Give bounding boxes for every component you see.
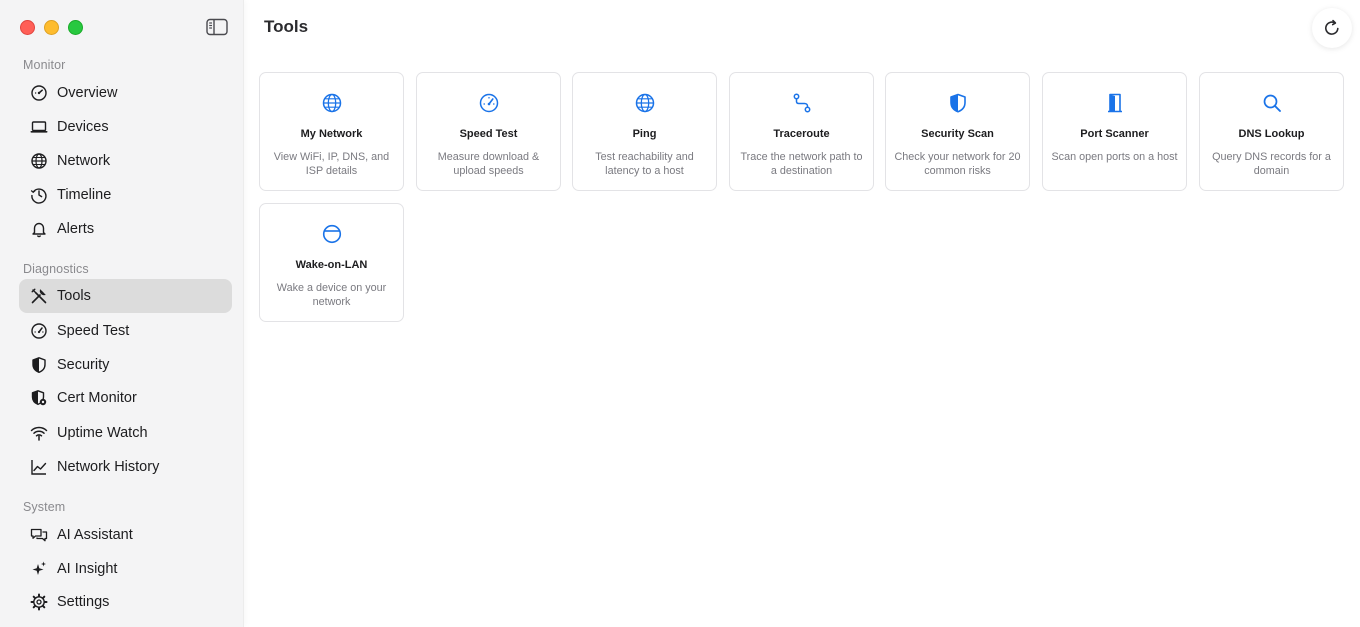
- page-title: Tools: [264, 17, 309, 36]
- tool-description: Scan open ports on a host: [1051, 151, 1178, 163]
- sidebar-item-label: Uptime Watch: [57, 425, 148, 441]
- tool-title: Security Scan: [921, 128, 994, 140]
- wifi-icon: [30, 426, 48, 441]
- sidebar-item-label: Network History: [57, 459, 160, 475]
- sidebar-item-network[interactable]: Network: [19, 144, 232, 178]
- sidebar: Monitor Overview Devices Network Timelin…: [0, 0, 244, 627]
- sidebar-item-label: Alerts: [57, 221, 95, 237]
- globe-icon: [635, 93, 655, 113]
- sidebar-item-tools[interactable]: Tools: [19, 279, 232, 313]
- sidebar-item-settings[interactable]: Settings: [19, 585, 232, 619]
- tool-title: Traceroute: [773, 128, 830, 140]
- sidebar-toggle-icon[interactable]: [206, 18, 228, 36]
- tool-card-my-network[interactable]: My Network View WiFi, IP, DNS, and ISP d…: [259, 72, 404, 191]
- sidebar-item-overview[interactable]: Overview: [19, 76, 232, 110]
- sidebar-item-label: Settings: [57, 594, 110, 610]
- tool-card-wake-on-lan[interactable]: Wake-on-LAN Wake a device on your networ…: [259, 203, 404, 322]
- tool-description: Query DNS records for a domain: [1212, 151, 1331, 177]
- sidebar-item-label: AI Insight: [57, 561, 118, 577]
- tool-description: Check your network for 20 common risks: [894, 151, 1021, 177]
- sidebar-item-timeline[interactable]: Timeline: [19, 178, 232, 212]
- sidebar-item-ai-assistant[interactable]: AI Assistant: [19, 518, 232, 552]
- sidebar-item-label: Speed Test: [57, 323, 130, 339]
- tool-description: Trace the network path to a destination: [740, 151, 863, 177]
- tool-card-ping[interactable]: Ping Test reachability and latency to a …: [572, 72, 717, 191]
- close-window-button[interactable]: [20, 20, 35, 35]
- power-icon: [322, 224, 342, 244]
- bell-icon: [32, 222, 46, 238]
- sidebar-item-label: AI Assistant: [57, 527, 133, 543]
- speedometer-icon: [31, 323, 47, 339]
- tool-title: Wake-on-LAN: [295, 259, 368, 271]
- shield-icon: [32, 357, 46, 373]
- chat-bubbles-icon: [30, 528, 48, 542]
- tool-card-security-scan[interactable]: Security Scan Check your network for 20 …: [885, 72, 1030, 191]
- sidebar-item-network-history[interactable]: Network History: [19, 450, 232, 484]
- gauge-icon: [31, 85, 47, 101]
- section-label-system: System: [23, 500, 66, 514]
- sidebar-item-label: Devices: [57, 119, 109, 135]
- sidebar-item-label: Overview: [57, 85, 118, 101]
- sidebar-item-ai-insight[interactable]: AI Insight: [19, 552, 232, 586]
- sidebar-item-label: Timeline: [57, 187, 112, 203]
- sidebar-item-alerts[interactable]: Alerts: [19, 212, 232, 246]
- tool-description: Test reachability and latency to a host: [595, 151, 694, 177]
- sidebar-item-label: Network: [57, 153, 111, 169]
- refresh-button[interactable]: [1312, 8, 1352, 48]
- tool-card-traceroute[interactable]: Traceroute Trace the network path to a d…: [729, 72, 874, 191]
- sidebar-item-devices[interactable]: Devices: [19, 110, 232, 144]
- sidebar-item-label: Tools: [57, 288, 91, 304]
- door-icon: [1108, 93, 1122, 113]
- clock-history-icon: [30, 188, 47, 204]
- sidebar-item-label: Security: [57, 357, 110, 373]
- app-window: Monitor Overview Devices Network Timelin…: [0, 0, 1360, 627]
- shield-icon: [950, 93, 966, 113]
- section-label-diagnostics: Diagnostics: [23, 262, 89, 276]
- tool-title: Port Scanner: [1080, 128, 1149, 140]
- magnifier-icon: [1263, 94, 1281, 112]
- tool-card-speed-test[interactable]: Speed Test Measure download & upload spe…: [416, 72, 561, 191]
- tool-description: View WiFi, IP, DNS, and ISP details: [273, 151, 390, 177]
- tool-title: Speed Test: [459, 128, 518, 140]
- window-controls: [20, 20, 83, 35]
- gear-icon: [30, 593, 48, 611]
- tool-description: Wake a device on your network: [276, 282, 387, 308]
- tool-card-port-scanner[interactable]: Port Scanner Scan open ports on a host: [1042, 72, 1187, 191]
- speedometer-icon: [479, 93, 499, 113]
- cert-shield-icon: [31, 390, 47, 406]
- route-icon: [793, 93, 811, 113]
- sparkles-icon: [32, 561, 46, 575]
- zoom-window-button[interactable]: [68, 20, 83, 35]
- tool-title: My Network: [300, 128, 363, 140]
- sidebar-item-cert-monitor[interactable]: Cert Monitor: [19, 381, 232, 415]
- minimize-window-button[interactable]: [44, 20, 59, 35]
- tool-title: Ping: [632, 128, 657, 140]
- globe-icon: [31, 153, 47, 169]
- tools-icon: [31, 288, 47, 304]
- globe-icon: [322, 93, 342, 113]
- tool-card-dns-lookup[interactable]: DNS Lookup Query DNS records for a domai…: [1199, 72, 1344, 191]
- tool-title: DNS Lookup: [1238, 128, 1305, 140]
- sidebar-item-speed-test[interactable]: Speed Test: [19, 314, 232, 348]
- tool-description: Measure download & upload speeds: [437, 151, 540, 177]
- laptop-icon: [30, 121, 48, 133]
- sidebar-item-uptime-watch[interactable]: Uptime Watch: [19, 416, 232, 450]
- sidebar-item-label: Cert Monitor: [57, 390, 137, 406]
- refresh-icon: [1325, 19, 1339, 35]
- sidebar-item-security[interactable]: Security: [19, 348, 232, 382]
- section-label-monitor: Monitor: [23, 58, 66, 72]
- line-chart-icon: [31, 460, 47, 475]
